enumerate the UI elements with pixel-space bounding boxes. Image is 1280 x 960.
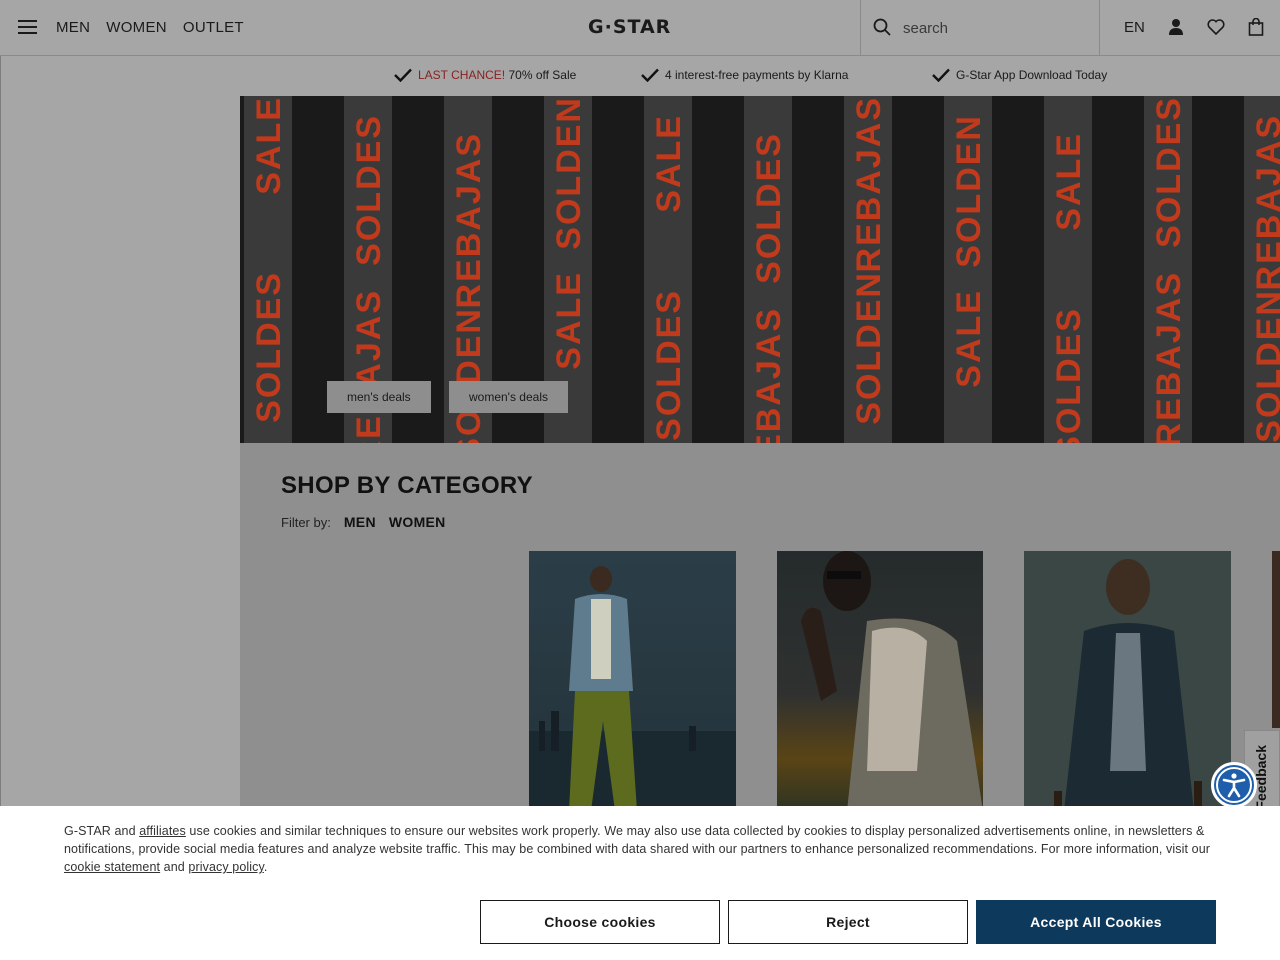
- affiliates-link[interactable]: affiliates: [139, 824, 186, 838]
- category-card-1[interactable]: [529, 551, 736, 811]
- banner-sale-word: REBAJAS: [350, 289, 388, 443]
- site-header: MEN WOMEN OUTLET G·STAR EN: [0, 0, 1280, 56]
- check-icon: [932, 68, 950, 82]
- check-icon: [641, 68, 659, 82]
- wishlist-icon[interactable]: [1207, 18, 1225, 36]
- cookie-banner: G-STAR and affiliates use cookies and si…: [0, 806, 1280, 960]
- accessibility-button[interactable]: [1211, 762, 1257, 808]
- nav-women[interactable]: WOMEN: [106, 19, 167, 36]
- section-title: SHOP BY CATEGORY: [281, 472, 533, 499]
- banner-stripe: SOLDES REBAJAS: [1144, 96, 1192, 443]
- main-nav: MEN WOMEN OUTLET: [56, 19, 244, 36]
- usp-item-sale[interactable]: LAST CHANCE! 70% off Sale: [394, 68, 576, 82]
- banner-sale-word: REBAJAS: [1250, 114, 1280, 291]
- mens-deals-button[interactable]: men's deals: [327, 381, 431, 413]
- search-box: [860, 0, 1100, 56]
- category-card-3[interactable]: [1024, 551, 1231, 811]
- category-image-2: [777, 551, 983, 811]
- filter-women[interactable]: WOMEN: [389, 514, 446, 530]
- accessibility-icon: [1216, 767, 1252, 803]
- sale-hero-banner[interactable]: SALE SOLDES SOLDES REBAJAS REBAJAS SOLDEN SOLD…: [240, 96, 1280, 443]
- banner-sale-word: SALE: [1050, 132, 1088, 231]
- cart-icon[interactable]: [1248, 18, 1264, 36]
- banner-sale-word: SOLDEN: [550, 96, 588, 250]
- category-image-3: [1024, 551, 1231, 811]
- banner-sale-word: SOLDES: [650, 289, 688, 441]
- language-selector[interactable]: EN: [1124, 19, 1145, 36]
- usp-klarna-text: 4 interest-free payments by Klarna: [665, 68, 849, 82]
- privacy-policy-link[interactable]: privacy policy: [188, 860, 264, 874]
- usp-app-text: G-Star App Download Today: [956, 68, 1108, 82]
- banner-sale-word: SOLDEN: [850, 271, 888, 425]
- cookie-text-2: use cookies and similar techniques to en…: [64, 824, 1211, 856]
- category-card-2[interactable]: [777, 551, 983, 811]
- banner-sale-word: SOLDES: [350, 114, 388, 266]
- banner-sale-word: SOLDEN: [1250, 289, 1280, 443]
- cookie-statement-link[interactable]: cookie statement: [64, 860, 160, 874]
- cookie-text-4: .: [263, 860, 268, 874]
- category-card-4-partial[interactable]: [1272, 551, 1280, 728]
- category-image-1: [529, 551, 736, 811]
- usp-bar: LAST CHANCE! 70% off Sale 4 interest-fre…: [240, 56, 1280, 96]
- banner-sale-word: SOLDES: [750, 132, 788, 284]
- banner-stripe: REBAJAS SOLDEN: [1244, 96, 1280, 443]
- banner-sale-word: SOLDEN: [950, 114, 988, 268]
- check-icon: [394, 68, 412, 82]
- account-icon[interactable]: [1168, 18, 1184, 36]
- filter-label: Filter by:: [281, 515, 331, 530]
- reject-cookies-button[interactable]: Reject: [728, 900, 968, 944]
- cookie-text: G-STAR and affiliates use cookies and si…: [64, 822, 1224, 876]
- nav-men[interactable]: MEN: [56, 19, 90, 36]
- banner-sale-word: REBAJAS: [450, 132, 488, 309]
- nav-outlet[interactable]: OUTLET: [183, 19, 244, 36]
- banner-sale-word: SOLDES: [250, 271, 288, 423]
- accept-all-cookies-button[interactable]: Accept All Cookies: [976, 900, 1216, 944]
- cookie-text-1: G-STAR and: [64, 824, 140, 838]
- banner-sale-word: SALE: [550, 271, 588, 370]
- banner-sale-word: REBAJAS: [1150, 271, 1188, 443]
- banner-stripe: SOLDEN SALE: [944, 96, 992, 443]
- banner-sale-word: REBAJAS: [850, 96, 888, 273]
- usp-sale-text: 70% off Sale: [508, 68, 577, 82]
- usp-item-app[interactable]: G-Star App Download Today: [932, 68, 1107, 82]
- banner-stripe: SALE SOLDES: [644, 96, 692, 443]
- banner-sale-word: SOLDES: [1150, 96, 1188, 248]
- banner-sale-word: SOLDEN: [450, 307, 488, 443]
- usp-item-klarna[interactable]: 4 interest-free payments by Klarna: [641, 68, 848, 82]
- menu-icon[interactable]: [18, 19, 38, 35]
- search-icon[interactable]: [873, 18, 891, 36]
- banner-stripe: SOLDES REBAJAS: [744, 96, 792, 443]
- banner-sale-word: SALE: [950, 289, 988, 388]
- banner-sale-word: REBAJAS: [750, 307, 788, 443]
- category-filter: Filter by: MEN WOMEN: [281, 514, 446, 530]
- womens-deals-button[interactable]: women's deals: [449, 381, 568, 413]
- brand-logo[interactable]: G·STAR: [588, 16, 671, 38]
- banner-sale-word: SALE: [250, 96, 288, 195]
- banner-sale-word: SALE: [650, 114, 688, 213]
- banner-sale-word: SOLDES: [1050, 307, 1088, 443]
- search-input[interactable]: [903, 16, 1083, 40]
- usp-highlight: LAST CHANCE!: [418, 68, 506, 82]
- choose-cookies-button[interactable]: Choose cookies: [480, 900, 720, 944]
- filter-men[interactable]: MEN: [344, 514, 376, 530]
- banner-stripe: SALE SOLDES: [1044, 96, 1092, 443]
- banner-stripe: REBAJAS SOLDEN: [844, 96, 892, 443]
- banner-stripe: SALE SOLDES: [244, 96, 292, 443]
- cookie-text-3: and: [160, 860, 189, 874]
